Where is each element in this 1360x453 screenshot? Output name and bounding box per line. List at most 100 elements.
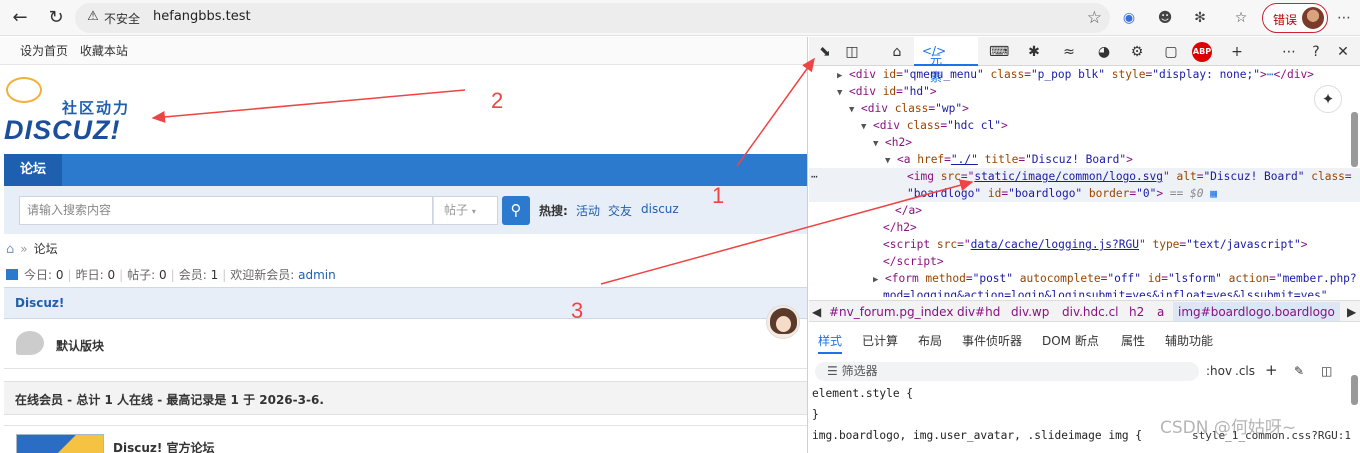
ai-copilot-icon[interactable]: ◉ <box>1119 8 1139 28</box>
adblock-plus-icon[interactable]: ABP <box>1192 42 1212 62</box>
dom-node-img-selected[interactable]: ⋯ <img src="static/image/common/logo.svg"… <box>809 168 1360 185</box>
crumb-body[interactable]: #nv_forum.pg_index <box>829 302 953 321</box>
crumb-h2[interactable]: h2 <box>1129 302 1144 321</box>
dom-node-form[interactable]: ▶ <form method="post" autocomplete="off" … <box>809 270 1360 287</box>
nav-item-forum[interactable]: 论坛 <box>4 154 62 186</box>
crumbs-scroll-left-icon[interactable]: ◀ <box>812 302 821 321</box>
help-icon[interactable]: ? <box>1306 42 1326 62</box>
dom-node-form-cont[interactable]: mod=logging&action=login&loginsubmit=yes… <box>809 287 1360 297</box>
dom-node-hdc[interactable]: ▼ <div class="hdc cl"> <box>809 117 1360 134</box>
hot-link-activity[interactable]: 活动 <box>576 202 600 219</box>
crumb-div-hdc[interactable]: div.hdc.cl <box>1062 302 1119 321</box>
crumb-div-wp[interactable]: div.wp <box>1011 302 1049 321</box>
dom-node-wp[interactable]: ▼ <div class="wp"> <box>809 100 1360 117</box>
dom-node-a[interactable]: ▼ <a href="./" title="Discuz! Board"> <box>809 151 1360 168</box>
dom-node-img-cont[interactable]: "boardlogo" id="boardlogo" border="0"> =… <box>809 185 1360 202</box>
crumb-a[interactable]: a <box>1157 302 1164 321</box>
collapsed-ellipsis[interactable]: ⋯ <box>1267 68 1274 81</box>
attr-value-link[interactable]: "./" <box>951 153 978 166</box>
forum-name-link[interactable]: 默认版块 <box>56 337 104 354</box>
dom-node-script-close[interactable]: </script> <box>809 253 1360 270</box>
url-text[interactable]: hefangbbs.test <box>153 9 251 24</box>
online-members-text[interactable]: 在线会员 - 总计 1 人在线 - 最高记录是 1 于 2026-3-6. <box>15 391 324 408</box>
crumb-img-selected[interactable]: img#boardlogo.boardlogo <box>1173 302 1340 321</box>
styles-filter-input[interactable]: ☰ 筛选器 <box>815 362 1199 381</box>
subtab-layout[interactable]: 布局 <box>918 332 942 349</box>
dom-node-h2-close[interactable]: </h2> <box>809 219 1360 236</box>
bookmark-site-link[interactable]: 收藏本站 <box>80 44 128 58</box>
stat-members-label: 会员: <box>178 268 207 282</box>
class-toggle[interactable]: .cls <box>1235 364 1255 378</box>
dom-node-a-close[interactable]: </a> <box>809 202 1360 219</box>
styles-scrollbar[interactable] <box>1351 375 1358 405</box>
breadcrumb-forum[interactable]: 论坛 <box>34 242 58 256</box>
error-profile-button[interactable]: 错误 <box>1262 3 1328 33</box>
subtab-dom-breakpoints[interactable]: DOM 断点 <box>1042 332 1099 349</box>
security-label[interactable]: 不安全 <box>104 10 140 27</box>
annotation-label-2: 2 <box>491 88 504 113</box>
search-button[interactable]: ⚲ <box>502 196 530 225</box>
link-badge-icon[interactable]: ▦ <box>1210 187 1217 200</box>
console-icon[interactable]: ⌨ <box>989 42 1009 62</box>
warning-icon[interactable]: ⚠ <box>85 9 101 25</box>
hover-state-toggle[interactable]: :hov <box>1206 364 1232 378</box>
device-emulation-icon[interactable]: ◫ <box>842 42 862 62</box>
category-title[interactable]: Discuz! <box>15 296 64 310</box>
subtab-accessibility[interactable]: 辅助功能 <box>1165 332 1213 349</box>
newest-member-link[interactable]: admin <box>298 268 336 282</box>
devtools-more-icon[interactable]: ⋯ <box>1279 42 1299 62</box>
home-icon[interactable]: ⌂ <box>6 242 14 257</box>
toggle-sidebar-icon[interactable]: ◫ <box>1321 364 1332 378</box>
discuz-logo[interactable]: 社区动力 DISCUZ! <box>4 77 154 147</box>
subtab-styles[interactable]: 样式 <box>818 332 843 354</box>
dom-scrollbar[interactable] <box>1351 112 1358 167</box>
dom-node-script[interactable]: <script src="data/cache/logging.js?RGU" … <box>809 236 1360 253</box>
crumbs-scroll-right-icon[interactable]: ▶ <box>1347 302 1356 321</box>
hot-link-discuz[interactable]: discuz <box>641 202 679 216</box>
tab-elements[interactable]: </> 元素 <box>914 37 978 84</box>
subtab-computed[interactable]: 已计算 <box>862 332 898 349</box>
more-menu-icon[interactable]: ⋯ <box>1334 8 1354 28</box>
address-bar[interactable]: ⚠ 不安全 hefangbbs.test ☆ <box>75 3 1110 33</box>
debugger-bug-icon[interactable]: ✱ <box>1024 42 1044 62</box>
performance-gauge-icon[interactable]: ◕ <box>1094 42 1114 62</box>
reload-icon[interactable]: ↻ <box>44 6 68 30</box>
more-tools-plus-icon[interactable]: + <box>1227 42 1247 62</box>
divider: | <box>119 268 124 282</box>
back-icon[interactable]: ← <box>8 6 32 30</box>
set-homepage-link[interactable]: 设为首页 <box>20 44 68 58</box>
css-rule-selector[interactable]: img.boardlogo, img.user_avatar, .slideim… <box>812 429 1142 442</box>
search-input[interactable]: 请输入搜索内容 <box>19 196 433 225</box>
img-src-link[interactable]: static/image/common/logo.svg <box>974 170 1163 183</box>
node-actions-icon[interactable]: ⋯ <box>811 168 818 185</box>
hot-link-dating[interactable]: 交友 <box>608 202 632 219</box>
attr-value: "p_pop blk" <box>1030 68 1106 81</box>
assistant-avatar[interactable] <box>766 305 800 339</box>
css-element-style[interactable]: element.style { <box>812 387 913 400</box>
application-panel-icon[interactable]: ▢ <box>1161 42 1181 62</box>
attr-value: "boardlogo" <box>907 187 982 200</box>
dom-node-qmenu[interactable]: ▶ <div id="qmenu_menu" class="p_pop blk" … <box>809 66 1360 83</box>
friend-link-logo[interactable] <box>16 434 104 453</box>
crumb-div-hd[interactable]: div#hd <box>957 302 1000 321</box>
extensions-icon[interactable]: ✻ <box>1190 8 1210 28</box>
subtab-event-listeners[interactable]: 事件侦听器 <box>962 332 1022 349</box>
new-rule-plus-icon[interactable]: + <box>1265 361 1278 379</box>
memory-chip-icon[interactable]: ⚙ <box>1127 42 1147 62</box>
dom-node-hd[interactable]: ▼ <div id="hd"> <box>809 83 1360 100</box>
webpage-viewport: 设为首页 收藏本站 社区动力 DISCUZ! 论坛 请输入搜索内容 帖子 ▾ ⚲… <box>0 37 808 453</box>
profile-avatar-icon[interactable]: ☻ <box>1155 8 1175 28</box>
script-src-link[interactable]: data/cache/logging.js?RGU <box>971 238 1139 251</box>
accessibility-icon[interactable]: ✦ <box>1314 85 1342 113</box>
welcome-home-icon[interactable]: ⌂ <box>887 42 907 62</box>
favorites-icon[interactable]: ☆ <box>1231 8 1251 28</box>
dom-node-h2[interactable]: ▼ <h2> <box>809 134 1360 151</box>
search-type-select[interactable]: 帖子 ▾ <box>433 196 498 225</box>
inspect-element-icon[interactable]: ⬊ <box>815 42 835 62</box>
subtab-properties[interactable]: 属性 <box>1121 332 1145 349</box>
close-devtools-icon[interactable]: ✕ <box>1333 42 1353 62</box>
friend-link-name[interactable]: Discuz! 官方论坛 <box>113 439 215 453</box>
network-wifi-icon[interactable]: ≈ <box>1059 42 1079 62</box>
color-palette-icon[interactable]: ✎ <box>1294 364 1304 378</box>
favorite-star-icon[interactable]: ☆ <box>1087 8 1102 28</box>
